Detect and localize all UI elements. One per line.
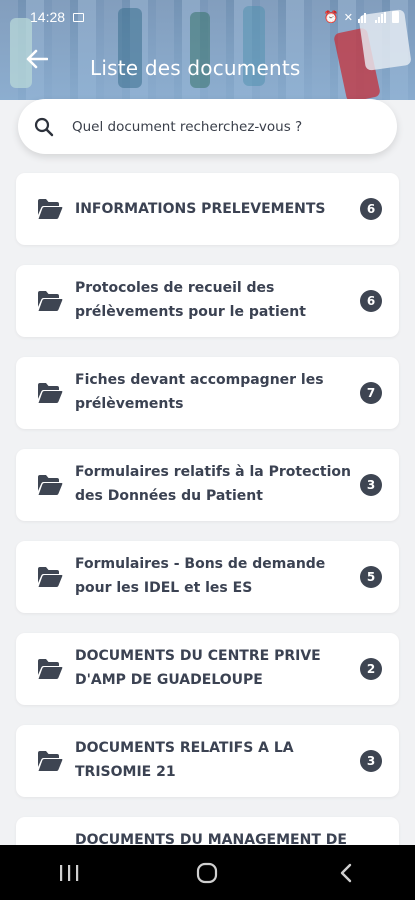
page-title: Liste des documents [90, 56, 301, 80]
list-item[interactable]: Formulaires relatifs à la Protection des… [16, 449, 399, 521]
status-time: 14:28 [30, 9, 66, 25]
arrow-left-icon [26, 49, 48, 69]
folder-open-icon [38, 475, 63, 495]
mute-icon: ✕ [343, 11, 353, 24]
count-badge: 2 [360, 658, 382, 680]
folder-open-icon [38, 659, 63, 679]
chevron-left-icon [340, 863, 352, 882]
folder-open-icon [38, 751, 63, 771]
count-badge: 3 [360, 474, 382, 496]
recent-apps-icon [60, 864, 79, 881]
list-item-label: DOCUMENTS RELATIFS A LA TRISOMIE 21 [75, 740, 294, 780]
list-item-label: DOCUMENTS DU CENTRE PRIVE D'AMP DE GUADE… [75, 648, 321, 688]
list-item[interactable]: DOCUMENTS DU CENTRE PRIVE D'AMP DE GUADE… [16, 633, 399, 705]
count-badge: 6 [360, 198, 382, 220]
alarm-icon: ⏰ [323, 10, 339, 24]
signal-icon [375, 11, 387, 23]
list-item[interactable]: Formulaires - Bons de demande pour les I… [16, 541, 399, 613]
status-bar: 14:28 ⏰ ✕ [0, 0, 415, 34]
search-input[interactable] [72, 118, 362, 135]
recent-apps-button[interactable] [39, 853, 99, 893]
count-badge: 6 [360, 290, 382, 312]
system-navigation-bar [0, 845, 415, 900]
search-bar[interactable] [18, 99, 397, 154]
image-notification-icon [73, 12, 85, 22]
count-badge: 7 [360, 382, 382, 404]
folder-open-icon [38, 291, 63, 311]
battery-icon [392, 11, 399, 23]
search-icon [34, 117, 54, 136]
home-icon [197, 862, 218, 883]
folder-open-icon [38, 567, 63, 587]
back-button[interactable] [22, 44, 52, 74]
list-item[interactable]: INFORMATIONS PRELEVEMENTS 6 [16, 173, 399, 245]
list-item-label: Protocoles de recueil des prélèvements p… [75, 280, 306, 320]
back-nav-button[interactable] [316, 853, 376, 893]
folder-open-icon [38, 199, 63, 219]
list-item-label: Formulaires - Bons de demande pour les I… [75, 556, 326, 596]
home-button[interactable] [177, 853, 237, 893]
list-item[interactable]: DOCUMENTS RELATIFS A LA TRISOMIE 21 3 [16, 725, 399, 797]
list-item[interactable]: Fiches devant accompagner les prélèvemen… [16, 357, 399, 429]
list-item-label: Formulaires relatifs à la Protection des… [75, 464, 351, 504]
list-item[interactable]: Protocoles de recueil des prélèvements p… [16, 265, 399, 337]
folder-open-icon [38, 383, 63, 403]
count-badge: 3 [360, 750, 382, 772]
list-item-label: Fiches devant accompagner les prélèvemen… [75, 372, 324, 412]
list-item-label: INFORMATIONS PRELEVEMENTS [75, 201, 326, 217]
count-badge: 5 [360, 566, 382, 588]
wifi-icon [358, 12, 370, 23]
